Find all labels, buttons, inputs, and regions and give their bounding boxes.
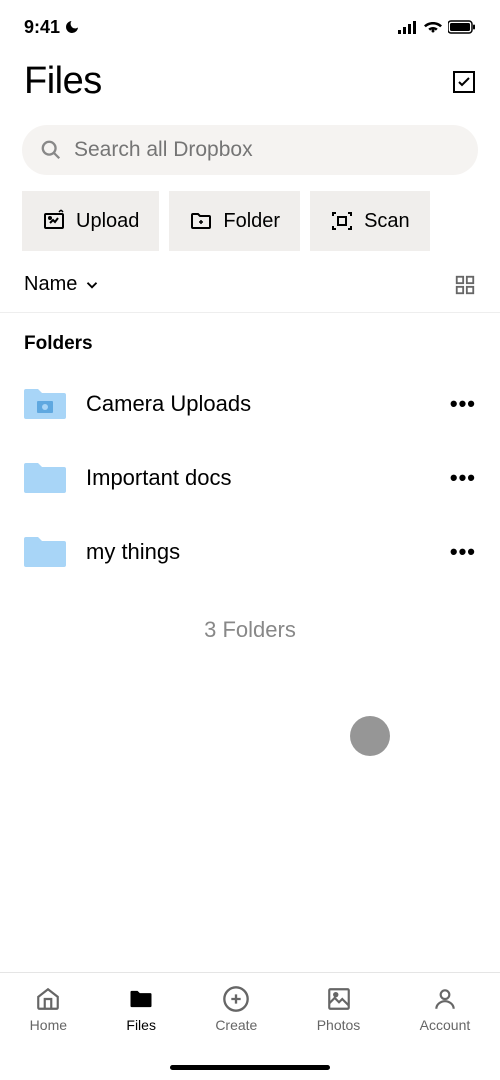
scan-label: Scan (364, 210, 410, 233)
home-indicator[interactable] (170, 1065, 330, 1070)
tab-files-label: Files (126, 1017, 156, 1033)
folder-item[interactable]: Important docs ••• (0, 441, 500, 515)
status-indicators (398, 20, 476, 34)
search-icon (40, 139, 62, 161)
tab-home[interactable]: Home (30, 985, 67, 1080)
folder-name: Important docs (86, 465, 430, 491)
tab-create-label: Create (215, 1017, 257, 1033)
upload-label: Upload (76, 210, 139, 233)
folders-section-title: Folders (0, 313, 500, 367)
touch-indicator (350, 716, 390, 756)
cellular-icon (398, 20, 418, 34)
grid-view-button[interactable] (454, 274, 476, 296)
folder-icon (127, 985, 155, 1013)
more-button[interactable]: ••• (450, 465, 476, 491)
account-icon (432, 986, 458, 1012)
tab-bar: Home Files Create Photos Account (0, 972, 500, 1080)
folder-icon (24, 461, 66, 495)
upload-icon (42, 209, 66, 233)
action-row: Upload Folder Scan (0, 191, 500, 251)
folder-icon (24, 535, 66, 569)
folder-count: 3 Folders (0, 617, 500, 643)
chevron-down-icon (83, 276, 101, 294)
moon-icon (64, 19, 80, 35)
upload-button[interactable]: Upload (22, 191, 159, 251)
photos-icon (326, 986, 352, 1012)
tab-account[interactable]: Account (420, 985, 471, 1080)
tab-home-label: Home (30, 1017, 67, 1033)
search-bar[interactable] (22, 125, 478, 175)
tab-account-label: Account (420, 1017, 471, 1033)
tab-photos-label: Photos (317, 1017, 361, 1033)
folder-name: my things (86, 539, 430, 565)
folder-icon (24, 387, 66, 421)
folder-add-icon (189, 209, 213, 233)
status-time-group: 9:41 (24, 17, 80, 38)
folder-label: Folder (223, 210, 280, 233)
folder-button[interactable]: Folder (169, 191, 300, 251)
folder-item[interactable]: my things ••• (0, 515, 500, 589)
scan-button[interactable]: Scan (310, 191, 430, 251)
more-button[interactable]: ••• (450, 391, 476, 417)
sort-label-text: Name (24, 273, 77, 296)
search-input[interactable] (74, 138, 460, 162)
wifi-icon (424, 20, 442, 34)
battery-icon (448, 20, 476, 34)
sort-row: Name (0, 273, 500, 313)
scan-icon (330, 209, 354, 233)
select-mode-button[interactable] (452, 70, 476, 94)
folder-item[interactable]: Camera Uploads ••• (0, 367, 500, 441)
sort-dropdown[interactable]: Name (24, 273, 101, 296)
status-bar: 9:41 (0, 0, 500, 44)
more-button[interactable]: ••• (450, 539, 476, 565)
header: Files (0, 44, 500, 113)
home-icon (35, 986, 61, 1012)
page-title: Files (24, 60, 102, 103)
tab-files[interactable]: Files (126, 985, 156, 1080)
folder-name: Camera Uploads (86, 391, 430, 417)
status-time: 9:41 (24, 17, 60, 38)
plus-circle-icon (222, 985, 250, 1013)
